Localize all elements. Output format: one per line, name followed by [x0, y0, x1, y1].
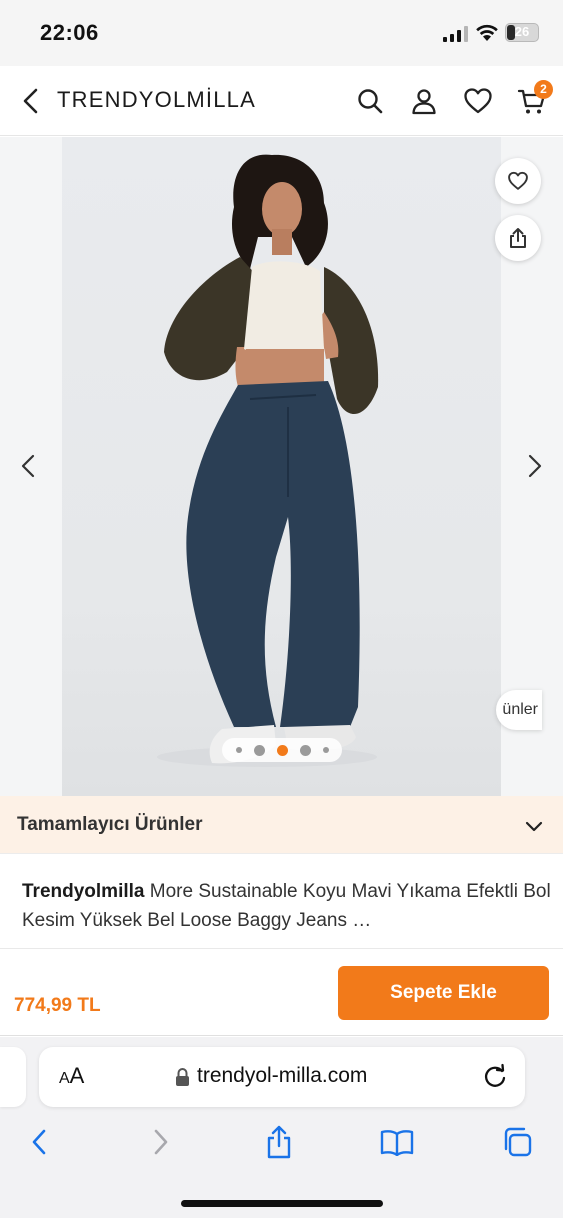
browser-back-button[interactable] [22, 1125, 56, 1159]
chevron-right-icon [528, 454, 542, 478]
heart-icon [508, 171, 528, 190]
status-time: 22:06 [40, 20, 99, 45]
complementary-products-label: Tamamlayıcı Ürünler [17, 814, 203, 835]
pagination-dot-active[interactable] [276, 744, 288, 756]
address-bar[interactable]: AA trendyol-milla.com [39, 1047, 525, 1107]
cart-button[interactable]: 2 [515, 80, 553, 118]
pagination-dot[interactable] [322, 747, 329, 753]
user-icon [412, 89, 436, 115]
product-brand[interactable]: Trendyolmilla [22, 881, 144, 902]
pagination-dot[interactable] [299, 744, 311, 756]
browser-forward-button[interactable] [144, 1125, 178, 1159]
home-indicator [181, 1200, 383, 1207]
account-button[interactable] [407, 84, 441, 118]
app-header: TRENDYOLMİLLA 2 [0, 66, 563, 136]
cart-count-badge: 2 [534, 80, 553, 99]
battery-text: 26 [514, 24, 530, 39]
cellular-signal-icon [443, 26, 468, 42]
previous-tab-preview[interactable] [0, 1047, 26, 1107]
chevron-down-icon [525, 821, 543, 832]
heart-icon [464, 88, 492, 114]
product-gallery[interactable]: ünler [0, 137, 563, 796]
favorites-button[interactable] [461, 84, 495, 118]
tabs-button[interactable] [500, 1125, 534, 1159]
url-text[interactable]: trendyol-milla.com [197, 1064, 367, 1088]
tabs-icon [504, 1127, 532, 1157]
pagination-dot[interactable] [235, 747, 242, 753]
back-button[interactable] [16, 86, 46, 116]
product-title-block: Trendyolmilla More Sustainable Koyu Mavi… [0, 855, 563, 949]
gallery-next-button[interactable] [520, 451, 550, 481]
complementary-products-toggle[interactable]: Tamamlayıcı Ürünler [0, 796, 563, 854]
chevron-left-icon [32, 1129, 46, 1155]
bookmarks-button[interactable] [380, 1125, 414, 1159]
similar-products-button[interactable]: ünler [496, 690, 542, 730]
search-icon [358, 89, 383, 114]
buy-bar: 774,99 TL Sepete Ekle [0, 950, 563, 1036]
reader-options-button[interactable]: AA [59, 1063, 84, 1089]
lock-icon [176, 1068, 189, 1086]
wifi-icon [476, 24, 498, 41]
browser-chrome: AA trendyol-milla.com [0, 1037, 563, 1218]
brand-title[interactable]: TRENDYOLMİLLA [57, 87, 256, 113]
gallery-prev-button[interactable] [13, 451, 43, 481]
status-bar: 22:06 26 [0, 0, 563, 66]
similar-products-label: ünler [502, 701, 538, 718]
share-button[interactable] [495, 215, 541, 261]
chevron-left-icon [21, 454, 35, 478]
reload-icon[interactable] [481, 1063, 509, 1091]
chevron-left-icon [23, 88, 38, 114]
favorite-button[interactable] [495, 158, 541, 204]
share-icon [267, 1125, 291, 1159]
product-image[interactable] [62, 137, 501, 796]
search-button[interactable] [353, 84, 387, 118]
share-icon [510, 228, 526, 248]
product-title: Trendyolmilla More Sustainable Koyu Mavi… [22, 877, 552, 935]
battery-icon: 26 [505, 23, 539, 42]
gallery-pagination [222, 738, 342, 762]
add-to-cart-button[interactable]: Sepete Ekle [338, 966, 549, 1020]
pagination-dot[interactable] [253, 744, 265, 756]
browser-share-button[interactable] [262, 1125, 296, 1159]
book-icon [380, 1130, 414, 1156]
product-price: 774,99 TL [14, 995, 101, 1016]
model-photo [157, 154, 379, 767]
chevron-right-icon [154, 1129, 168, 1155]
